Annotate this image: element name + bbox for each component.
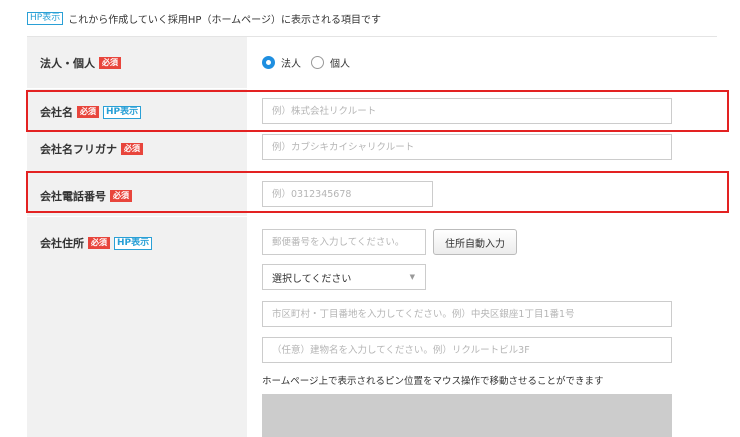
top-note-text: これから作成していく採用HP（ホームページ）に表示される項目です [68,15,381,26]
required-badge: 必須 [88,237,110,249]
street-address-input[interactable] [262,301,672,327]
prefecture-select[interactable]: 選択してください ▼ [262,264,426,290]
building-name-input[interactable] [262,337,672,363]
map-note: ホームページ上で表示されるピン位置をマウス操作で移動させることができます [262,376,604,387]
highlight-box-company-name [26,90,729,132]
prefecture-select-value: 選択してください [272,273,352,285]
required-badge: 必須 [99,57,121,69]
auto-address-button[interactable]: 住所自動入力 [433,229,517,255]
postal-code-input[interactable] [262,229,426,255]
highlight-box-company-phone [26,171,729,213]
radio-unchecked-icon[interactable] [311,56,324,69]
company-address-label: 会社住所 必須 HP表示 [40,235,153,251]
entity-type-radio-group: 法人 個人 [262,55,360,70]
required-badge: 必須 [121,143,143,155]
company-kana-input[interactable] [262,134,672,160]
hp-display-badge: HP表示 [27,12,64,25]
radio-option-corporation[interactable]: 法人 [262,55,301,70]
radio-checked-icon[interactable] [262,56,275,69]
map-area[interactable] [262,394,672,437]
top-note: HP表示 これから作成していく採用HP（ホームページ）に表示される項目です [27,11,381,26]
row-divider [27,216,247,217]
company-kana-label: 会社名フリガナ 必須 [40,141,143,157]
entity-type-label: 法人・個人 必須 [40,55,121,71]
row-divider [27,88,247,89]
hp-display-badge: HP表示 [114,236,153,250]
chevron-down-icon: ▼ [409,273,415,281]
radio-option-individual[interactable]: 個人 [311,55,350,70]
